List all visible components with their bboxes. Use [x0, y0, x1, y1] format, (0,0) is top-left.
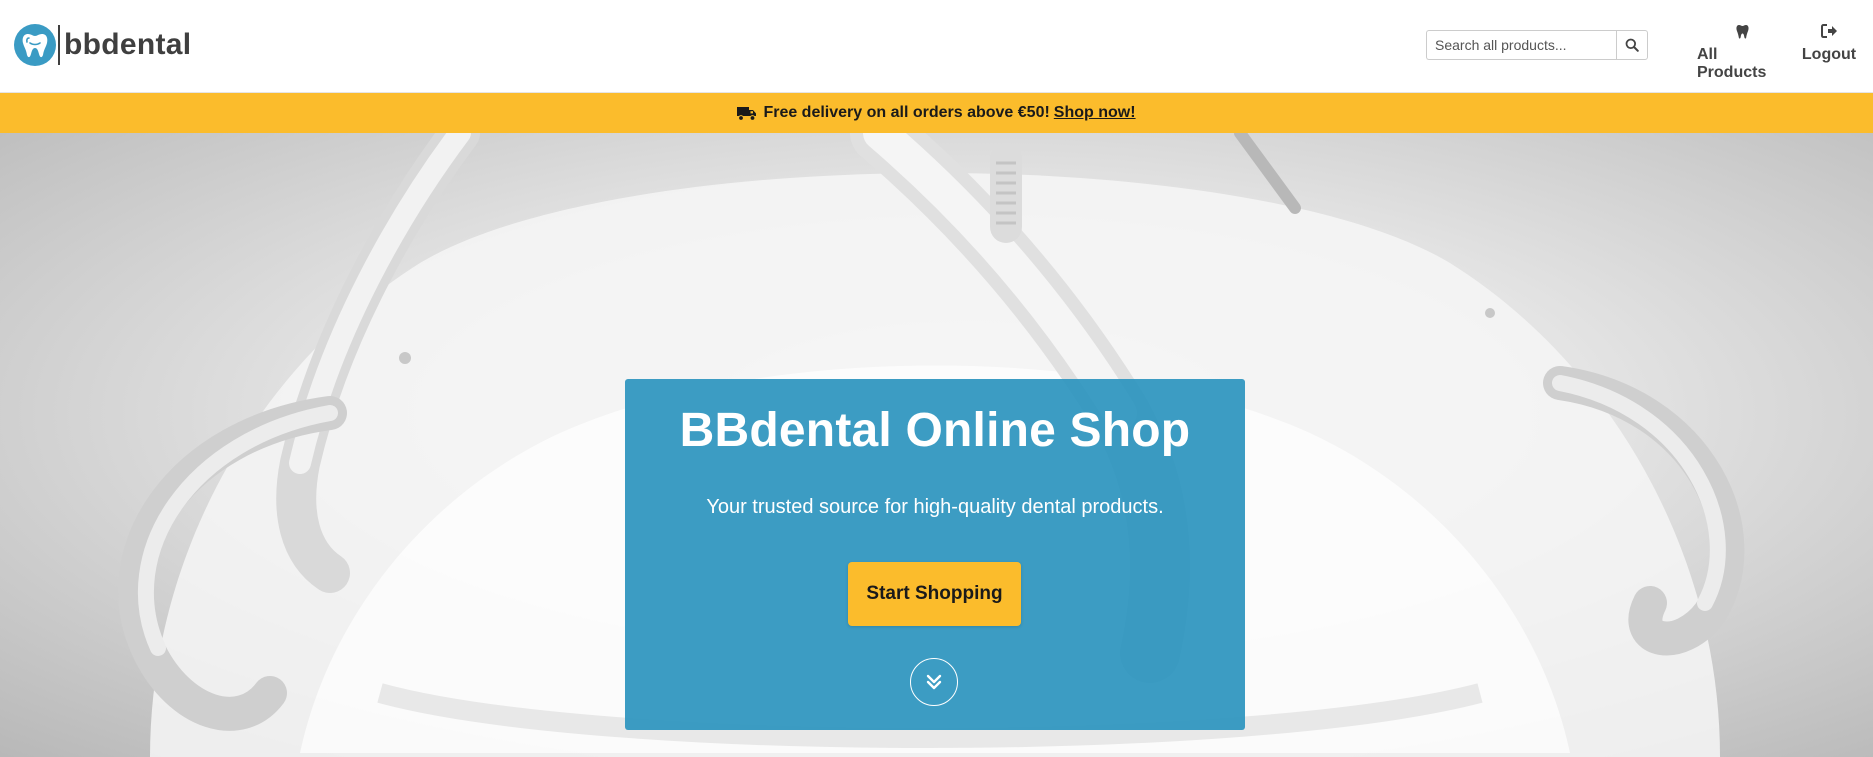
nav-all-products[interactable]: All Products: [1697, 22, 1787, 82]
logo-divider: [58, 25, 60, 65]
logout-icon: [1820, 22, 1838, 40]
search-icon: [1625, 38, 1639, 52]
promo-banner: Free delivery on all orders above €50! S…: [0, 93, 1873, 133]
search-button[interactable]: [1616, 30, 1648, 60]
shop-now-link[interactable]: Shop now!: [1054, 104, 1136, 122]
nav-all-products-label: All Products: [1697, 46, 1767, 81]
search-input[interactable]: [1426, 30, 1616, 60]
scroll-down-button[interactable]: [910, 658, 958, 706]
nav-logout-label: Logout: [1801, 46, 1857, 63]
double-chevron-down-icon: [926, 674, 942, 690]
hero-title: BBdental Online Shop: [679, 404, 1191, 457]
brand-logo[interactable]: bbdental: [14, 24, 191, 66]
truck-icon: [737, 106, 757, 121]
hero-card: BBdental Online Shop Your trusted source…: [625, 379, 1245, 730]
site-header: bbdental All Products Logout: [0, 0, 1873, 93]
tooth-icon: [1735, 22, 1749, 40]
hero-section: BBdental Online Shop Your trusted source…: [0, 133, 1873, 757]
tooth-logo-icon: [14, 24, 56, 66]
brand-name: bbdental: [64, 28, 192, 61]
hero-subtitle: Your trusted source for high-quality den…: [706, 496, 1164, 518]
promo-text: Free delivery on all orders above €50!: [763, 104, 1050, 121]
start-shopping-button[interactable]: Start Shopping: [848, 562, 1021, 626]
search-form: [1426, 30, 1648, 60]
nav-logout[interactable]: Logout: [1800, 22, 1858, 64]
